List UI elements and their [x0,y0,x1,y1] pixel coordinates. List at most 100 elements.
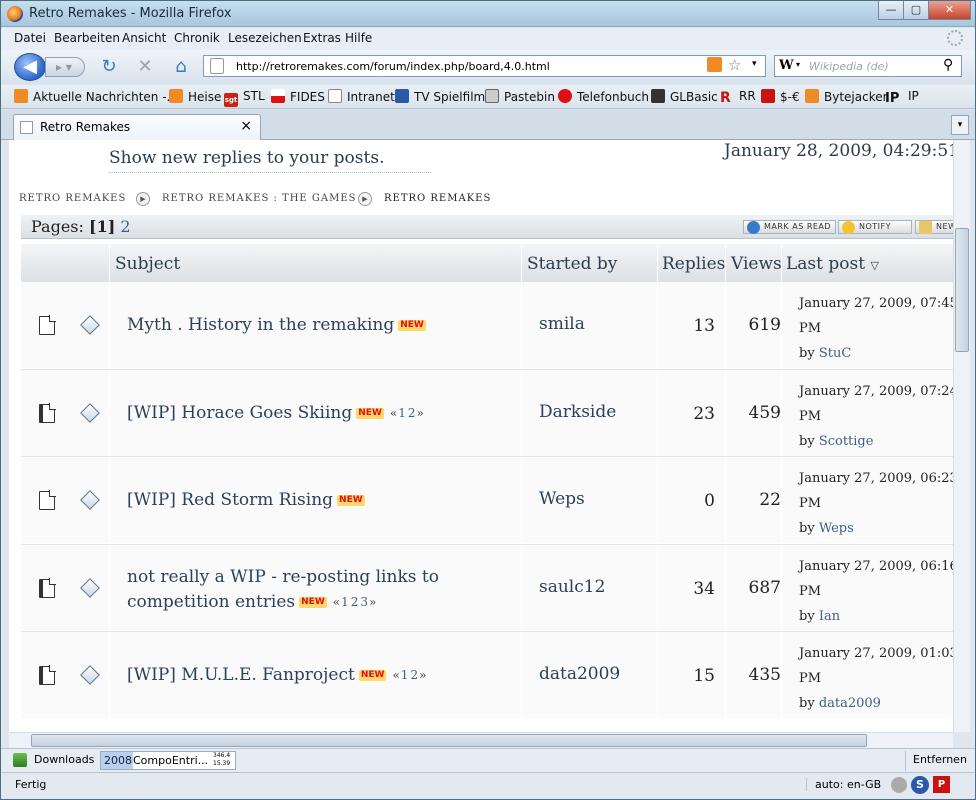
menu-ansicht[interactable]: Ansicht [122,31,166,45]
new-badge-icon[interactable]: NEW [356,407,384,419]
search-box[interactable]: W ▾ Wikipedia (de) ⚲ [774,55,962,77]
replies-header[interactable]: Replies [662,254,725,274]
bookmark-telefonbuch[interactable]: Telefonbuch [558,89,649,104]
plugin-icon[interactable]: P [933,776,950,793]
topic-starter[interactable]: saulc12 [539,577,605,597]
reload-icon[interactable]: ↻ [98,56,120,78]
wikipedia-icon[interactable]: W [779,58,794,73]
last-post-user[interactable]: Ian [819,609,840,624]
bookmark-bytejacker[interactable]: Bytejacker [805,89,888,104]
topic-page-link[interactable]: 1 [401,668,409,682]
breadcrumb-games[interactable]: RETRO REMAKES : THE GAMES [162,193,357,204]
tab-retro-remakes[interactable]: Retro Remakes × [13,114,261,140]
started-by-header[interactable]: Started by [527,254,617,274]
minimize-button[interactable]: — [878,1,904,20]
last-post-user[interactable]: data2009 [819,696,881,711]
url-text[interactable]: http://retroremakes.com/forum/index.php/… [236,60,550,73]
menu-bearbeiten[interactable]: Bearbeiten [54,31,120,45]
notify-button[interactable]: NOTIFY [838,220,912,234]
home-icon[interactable]: ⌂ [170,56,192,78]
bookmark-glbasic[interactable]: GLBasic [651,89,718,104]
new-badge-icon[interactable]: NEW [337,495,365,506]
topic-link[interactable]: [WIP] M.U.L.E. Fanproject [127,665,355,685]
last-post-header[interactable]: Last post ▽ [786,254,879,274]
topic-page-link[interactable]: 2 [410,668,418,682]
back-button[interactable]: ◀ [14,53,46,81]
breadcrumb-home[interactable]: RETRO REMAKES [19,193,126,204]
close-window-button[interactable]: ✕ [928,1,971,20]
topic-starter[interactable]: smila [539,314,585,334]
download-item[interactable]: 2008 CompoEntri... 346.4 15.39 [100,751,236,770]
url-dropdown-icon[interactable]: ▾ [752,59,757,69]
topic-link[interactable]: [WIP] Red Storm Rising [127,490,333,510]
bookmark-star-icon[interactable]: ☆ [728,56,741,74]
topic-page-link[interactable]: 3 [360,595,368,609]
download-prefix: 2008 [104,754,132,767]
bookmark-aktuelle[interactable]: Aktuelle Nachrichten -... [14,89,178,104]
skype-icon[interactable]: S [911,776,929,794]
show-new-replies-link[interactable]: Show new replies to your posts. [109,148,384,168]
vertical-scrollbar[interactable] [953,140,970,732]
scroll-thumb[interactable] [955,228,969,352]
topic-starter[interactable]: Darkside [539,402,616,422]
message-icon [80,577,100,598]
horizontal-scrollbar[interactable] [9,732,953,748]
topic-link[interactable]: [WIP] Horace Goes Skiing [127,403,352,423]
rss-feed-icon[interactable] [707,57,722,72]
bookmark-fides[interactable]: FIDES [271,89,325,104]
bookmark-pastebin[interactable]: Pastebin [485,89,555,104]
new-topic-button[interactable]: NEW [915,220,953,234]
topic-link[interactable]: not really a WIP - re-posting links to c… [127,567,439,612]
topic-starter[interactable]: data2009 [539,664,620,684]
last-post-user[interactable]: Weps [819,521,854,536]
new-badge-icon[interactable]: NEW [358,670,387,681]
gear-icon[interactable] [891,777,907,793]
bookmark-ip[interactable]: IP IP [885,89,919,106]
menu-extras[interactable]: Extras [303,31,341,45]
page-icon [210,58,224,74]
last-post-user[interactable]: StuC [819,346,851,361]
breadcrumb-current[interactable]: RETRO REMAKES [384,193,491,204]
language-indicator[interactable]: auto: en-GB [806,778,881,791]
menu-chronik[interactable]: Chronik [174,31,220,45]
bookmark-heise[interactable]: Heise [169,89,221,104]
col-divider [781,244,782,281]
sort-desc-icon[interactable]: ▽ [870,259,878,272]
new-badge-icon[interactable]: NEW [299,596,327,608]
bookmark-currency[interactable]: $-€ [761,89,800,104]
bookmark-stl[interactable]: sgt STL [224,89,265,107]
scroll-thumb[interactable] [31,734,867,747]
mark-as-read-button[interactable]: MARK AS READ [743,220,837,234]
stop-icon[interactable]: ✕ [134,56,156,78]
topic-page-link[interactable]: 1 [398,406,406,420]
search-engine-dropdown-icon[interactable]: ▾ [796,60,800,69]
topic-link[interactable]: Myth . History in the remaking [127,315,394,335]
sgt-icon: sgt [224,93,238,107]
remove-downloads-button[interactable]: Entfernen [905,751,967,771]
last-post-user[interactable]: Scottige [819,434,874,449]
topic-page-link[interactable]: 2 [351,595,359,609]
menu-hilfe[interactable]: Hilfe [345,31,372,45]
topic-starter[interactable]: Weps [539,489,585,509]
menu-datei[interactable]: Datei [14,31,46,45]
search-input[interactable]: Wikipedia (de) [809,60,889,73]
topic-page-link[interactable]: 1 [341,595,349,609]
search-icon[interactable]: ⚲ [943,57,953,73]
bookmark-intranet[interactable]: Intranet [328,89,395,104]
bookmark-tvspielfilm[interactable]: TV Spielfilm [395,89,485,104]
page-2-link[interactable]: 2 [120,217,130,236]
cell-divider [521,632,522,719]
views-header[interactable]: Views [731,254,782,274]
url-bar[interactable]: http://retroremakes.com/forum/index.php/… [203,55,766,77]
new-badge-icon[interactable]: NEW [398,320,426,331]
subject-header[interactable]: Subject [115,254,180,274]
menu-lesezeichen[interactable]: Lesezeichen [228,31,302,45]
forward-button[interactable]: ▸ ▾ [45,57,85,77]
maximize-button[interactable]: ▢ [903,1,929,20]
message-icon [80,490,100,510]
downloads-label[interactable]: Downloads [34,753,94,766]
tab-list-icon[interactable]: ▾ [951,115,969,135]
bookmark-rr[interactable]: R RR [720,89,756,105]
tab-close-icon[interactable]: × [240,118,252,134]
topic-page-link[interactable]: 2 [408,406,416,420]
